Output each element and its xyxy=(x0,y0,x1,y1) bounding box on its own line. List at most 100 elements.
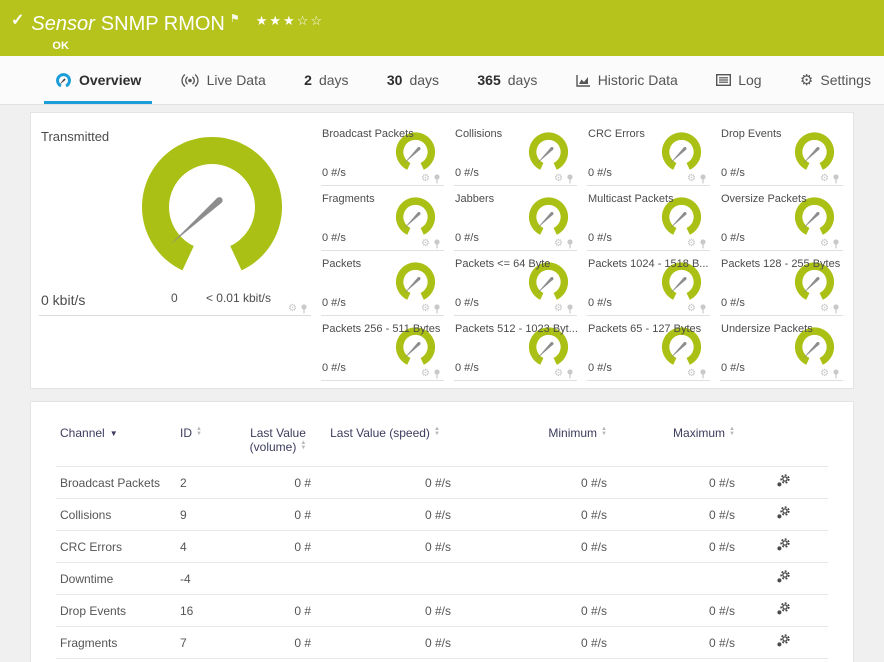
gauge-pin-icon[interactable] xyxy=(699,239,707,249)
cell-id: 2 xyxy=(180,475,187,490)
tab-log[interactable]: Log xyxy=(705,56,772,104)
tab-365-days[interactable]: 365 days xyxy=(466,56,548,104)
column-header-last-value-speed[interactable]: Last Value (speed) ▲ ▼ xyxy=(315,416,455,467)
column-header-last-value-volume[interactable]: Last Value (volume) ▲ ▼ xyxy=(241,416,315,467)
cell-id: 9 xyxy=(180,507,187,522)
gauge-settings-icon[interactable]: ⚙ xyxy=(820,304,829,314)
cell-id: 8 xyxy=(176,659,241,662)
tab-30-days[interactable]: 30 days xyxy=(376,56,450,104)
cell-last_volume: 0 # xyxy=(294,539,311,554)
column-header-maximum[interactable]: Maximum ▲ ▼ xyxy=(611,416,739,467)
gauge-cell-broadcast-packets[interactable]: Broadcast Packets 0 #/s ⚙ xyxy=(321,121,444,186)
gauge-cell-drop-events[interactable]: Drop Events 0 #/s ⚙ xyxy=(720,121,843,186)
tab-overview[interactable]: Overview xyxy=(44,56,152,104)
gauge-cell-undersize-packets[interactable]: Undersize Packets 0 #/s ⚙ xyxy=(720,316,843,381)
main-gauge-value: 0 kbit/s xyxy=(41,292,86,308)
gauge-settings-icon[interactable]: ⚙ xyxy=(687,369,696,379)
cell-last_speed: 0 #/s xyxy=(424,635,451,650)
gauge-settings-icon[interactable]: ⚙ xyxy=(687,304,696,314)
gauge-cell-collisions[interactable]: Collisions 0 #/s ⚙ xyxy=(454,121,577,186)
tab-label: days xyxy=(409,72,440,88)
gauge-cell-packets-64-byte[interactable]: Packets <= 64 Byte 0 #/s ⚙ xyxy=(454,251,577,316)
priority-stars[interactable]: ★★★☆☆ xyxy=(256,13,324,28)
edit-channel-icon[interactable] xyxy=(776,602,791,619)
cell-last_speed: 0 #/s xyxy=(424,539,451,554)
gauge-cell-icons: ⚙ xyxy=(554,369,574,379)
edit-channel-icon[interactable] xyxy=(776,570,791,587)
gauge-cell-packets[interactable]: Packets 0 #/s ⚙ xyxy=(321,251,444,316)
gauge-pin-icon[interactable] xyxy=(566,369,574,379)
gauge-pin-icon[interactable] xyxy=(566,239,574,249)
gauge-settings-icon[interactable]: ⚙ xyxy=(820,369,829,379)
gauge-cell-packets-512-1023-byt[interactable]: Packets 512 - 1023 Byt... 0 #/s ⚙ xyxy=(454,316,578,381)
gauge-cell-multicast-packets[interactable]: Multicast Packets 0 #/s ⚙ xyxy=(587,186,710,251)
gauge-settings-icon[interactable]: ⚙ xyxy=(554,369,563,379)
gauge-cell-packets-256-511-bytes[interactable]: Packets 256 - 511 Bytes 0 #/s ⚙ xyxy=(321,316,444,381)
gauge-settings-icon[interactable]: ⚙ xyxy=(421,304,430,314)
edit-channel-icon[interactable] xyxy=(776,634,791,651)
gauge-cell-label: Fragments xyxy=(322,193,375,205)
gauge-pin-icon[interactable] xyxy=(433,304,441,314)
gauge-pin-icon[interactable] xyxy=(433,369,441,379)
edit-channel-icon[interactable] xyxy=(776,538,791,555)
gauge-cell-value: 0 #/s xyxy=(322,232,346,244)
gauge-settings-icon[interactable]: ⚙ xyxy=(687,174,696,184)
column-header-id[interactable]: ID ▲ ▼ xyxy=(176,416,241,467)
tab-bar: Overview Live Data 2 days 30 days 365 days Histo… xyxy=(0,56,884,105)
gauge-pin-icon[interactable] xyxy=(566,174,574,184)
gauge-settings-icon[interactable]: ⚙ xyxy=(554,304,563,314)
gauge-cell-label: Broadcast Packets xyxy=(322,128,414,140)
gauge-scale-max: < 0.01 kbit/s xyxy=(205,291,271,305)
tab-2-days[interactable]: 2 days xyxy=(293,56,359,104)
gauge-pin-icon[interactable] xyxy=(433,239,441,249)
gauge-settings-icon[interactable]: ⚙ xyxy=(421,239,430,249)
gauge-pin-icon[interactable] xyxy=(832,369,840,379)
gauge-cell-crc-errors[interactable]: CRC Errors 0 #/s ⚙ xyxy=(587,121,710,186)
gauge-pin-icon[interactable] xyxy=(699,174,707,184)
gauge-pin-icon[interactable] xyxy=(832,304,840,314)
gauge-settings-icon[interactable]: ⚙ xyxy=(288,304,297,314)
tab-historic-data[interactable]: Historic Data xyxy=(565,56,689,104)
gauge-pin-icon[interactable] xyxy=(699,369,707,379)
gauge-cell-packets-65-127-bytes[interactable]: Packets 65 - 127 Bytes 0 #/s ⚙ xyxy=(587,316,710,381)
gauge-cell-oversize-packets[interactable]: Oversize Packets 0 #/s ⚙ xyxy=(720,186,843,251)
gauge-pin-icon[interactable] xyxy=(566,304,574,314)
gauge-settings-icon[interactable]: ⚙ xyxy=(820,239,829,249)
gauges-panel: Transmitted 0 kbit/s 0 < 0.01 kbit/s ⚙ B… xyxy=(30,112,854,389)
flag-icon[interactable]: ⚑ xyxy=(230,13,240,25)
tab-label: Live Data xyxy=(206,72,266,88)
main-gauge-cell[interactable]: Transmitted 0 kbit/s 0 < 0.01 kbit/s ⚙ xyxy=(39,121,311,316)
table-row-jabbers: Jabbers80 #0 #/s0 #/s0 #/s xyxy=(56,659,828,662)
gauge-cell-fragments[interactable]: Fragments 0 #/s ⚙ xyxy=(321,186,444,251)
sort-both-icon: ▲ ▼ xyxy=(729,426,735,437)
gauge-cell-packets-1024-1518-b[interactable]: Packets 1024 - 1518 B... 0 #/s ⚙ xyxy=(587,251,710,316)
gauge-settings-icon[interactable]: ⚙ xyxy=(820,174,829,184)
channel-gauge xyxy=(395,262,436,300)
gauge-cell-icons: ⚙ xyxy=(687,174,707,184)
gauge-pin-icon[interactable] xyxy=(832,239,840,249)
gauge-cell-label: Collisions xyxy=(455,128,503,140)
gauge-settings-icon[interactable]: ⚙ xyxy=(554,174,563,184)
edit-channel-icon[interactable] xyxy=(776,506,791,523)
gauge-settings-icon[interactable]: ⚙ xyxy=(421,369,430,379)
gauge-cell-icons: ⚙ xyxy=(554,239,574,249)
gauge-settings-icon[interactable]: ⚙ xyxy=(554,239,563,249)
column-header-minimum[interactable]: Minimum ▲ ▼ xyxy=(455,416,611,467)
cell-last_volume: 0 # xyxy=(241,659,315,662)
edit-channel-icon[interactable] xyxy=(776,474,791,491)
gauge-pin-icon[interactable] xyxy=(300,304,308,314)
gauge-pin-icon[interactable] xyxy=(433,174,441,184)
gauge-settings-icon[interactable]: ⚙ xyxy=(687,239,696,249)
gauge-cell-packets-128-255-bytes[interactable]: Packets 128 - 255 Bytes 0 #/s ⚙ xyxy=(720,251,843,316)
column-header-channel[interactable]: Channel ▼ xyxy=(56,416,176,467)
gauge-cell-value: 0 #/s xyxy=(455,167,479,179)
gauge-pin-icon[interactable] xyxy=(832,174,840,184)
tab-label: days xyxy=(507,72,538,88)
gauge-cell-icons: ⚙ xyxy=(554,174,574,184)
tab-live-data[interactable]: Live Data xyxy=(169,56,277,104)
gauge-cell-jabbers[interactable]: Jabbers 0 #/s ⚙ xyxy=(454,186,577,251)
gauge-pin-icon[interactable] xyxy=(699,304,707,314)
gauge-cell-value: 0 #/s xyxy=(322,297,346,309)
tab-settings[interactable]: ⚙ Settings xyxy=(789,56,882,104)
gauge-settings-icon[interactable]: ⚙ xyxy=(421,174,430,184)
